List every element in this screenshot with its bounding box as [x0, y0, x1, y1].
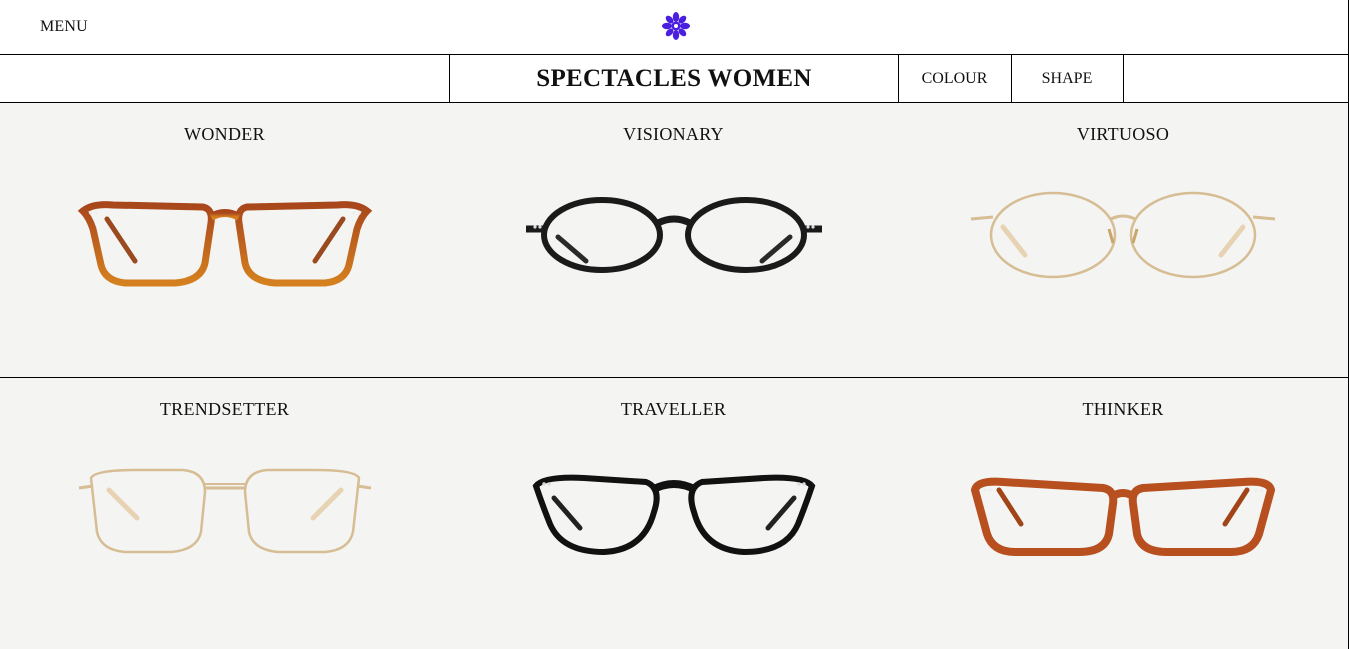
menu-button[interactable]: MENU — [40, 18, 88, 36]
product-card-wonder[interactable]: WONDER — [0, 103, 450, 378]
glasses-image — [970, 477, 1276, 556]
filter-bar: SPECTACLES WOMEN COLOUR SHAPE — [0, 55, 1349, 103]
glasses-image — [532, 474, 816, 556]
colour-filter-button[interactable]: COLOUR — [898, 55, 1012, 102]
product-card-visionary[interactable]: VISIONARY — [449, 103, 899, 378]
product-name: WONDER — [184, 124, 265, 144]
page-title-cell: SPECTACLES WOMEN — [449, 55, 899, 102]
flower-logo-icon[interactable] — [661, 11, 691, 41]
page-title: SPECTACLES WOMEN — [536, 64, 812, 92]
product-name: VIRTUOSO — [1076, 124, 1170, 144]
glasses-image — [970, 191, 1276, 279]
product-name: VISIONARY — [623, 124, 724, 144]
colour-filter-label[interactable]: COLOUR — [922, 70, 988, 88]
product-card-trendsetter[interactable]: TRENDSETTER — [0, 378, 450, 649]
product-card-thinker[interactable]: THINKER — [898, 378, 1349, 649]
product-name: TRAVELLER — [620, 399, 727, 419]
glasses-image — [77, 201, 373, 287]
product-card-virtuoso[interactable]: VIRTUOSO — [898, 103, 1349, 378]
product-card-traveller[interactable]: TRAVELLER — [449, 378, 899, 649]
product-name: TRENDSETTER — [159, 399, 290, 419]
glasses-image — [526, 197, 822, 273]
shape-filter-button[interactable]: SHAPE — [1011, 55, 1124, 102]
top-navigation-bar: MENU — [0, 0, 1349, 55]
product-grid: WONDER VISIONARY VIRTUOSO TRENDSETTER TR… — [0, 103, 1349, 649]
glasses-image — [78, 468, 372, 554]
product-name: THINKER — [1082, 399, 1164, 419]
shape-filter-label[interactable]: SHAPE — [1042, 70, 1093, 88]
